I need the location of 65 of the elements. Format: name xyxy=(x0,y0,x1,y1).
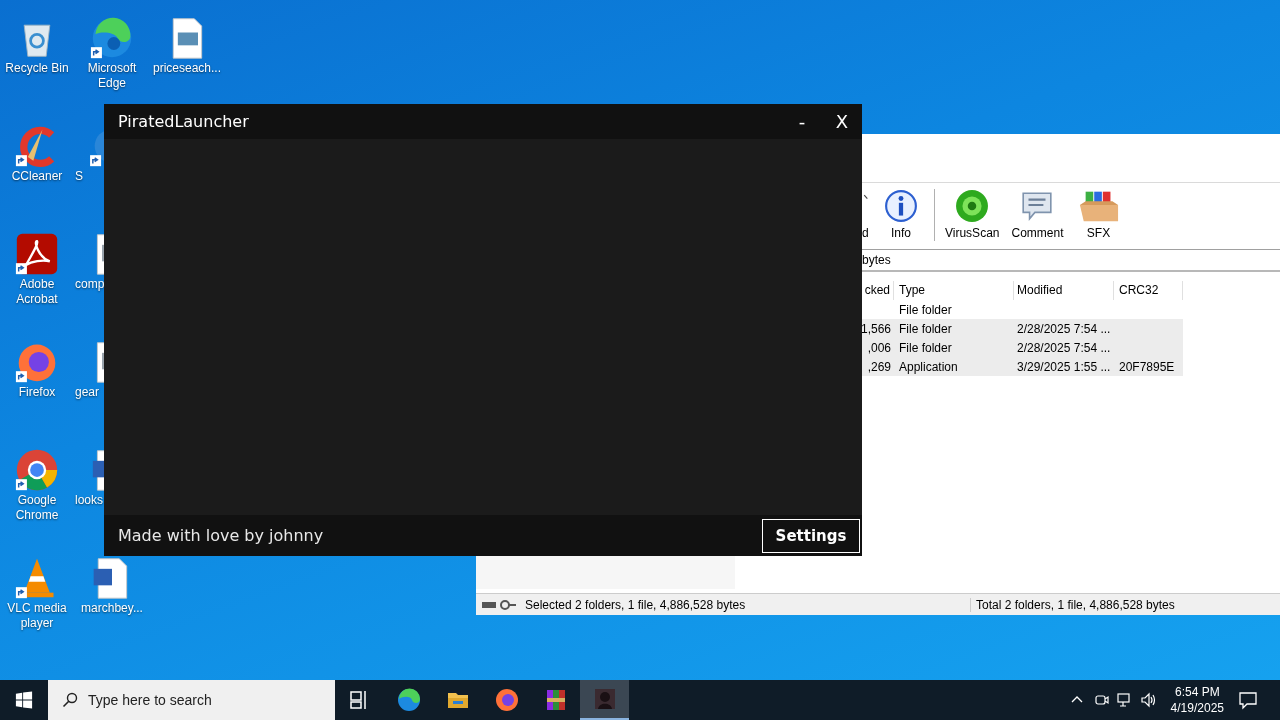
volume-icon[interactable] xyxy=(1140,692,1157,708)
icon-label: CCleaner xyxy=(10,169,64,184)
column-header[interactable]: CRC32 xyxy=(1114,280,1183,300)
icon-label: Google Chrome xyxy=(14,493,60,523)
toolbar-button[interactable]: SFX xyxy=(1069,183,1128,249)
toolbar-button[interactable]: d xyxy=(862,183,872,249)
app-icon xyxy=(592,687,617,711)
close-button[interactable]: X xyxy=(822,104,862,139)
table-cell: File folder xyxy=(899,302,952,317)
file-row[interactable]: ,006 File folder 2/28/2025 7:54 ... xyxy=(862,338,1183,357)
settings-button[interactable]: Settings xyxy=(762,518,860,553)
app-icon[interactable] xyxy=(15,232,59,276)
file-row[interactable]: File folder xyxy=(862,300,1183,319)
search-field[interactable]: Type here to search xyxy=(48,680,335,720)
browser-icon xyxy=(396,688,421,712)
address-text: bytes xyxy=(862,253,891,267)
status-text: Selected 2 folders, 1 file, 4,886,528 bytes xyxy=(525,597,747,612)
comment-icon xyxy=(1020,189,1055,223)
app-icon[interactable] xyxy=(90,16,134,60)
icon-label: S xyxy=(75,169,83,184)
icon-label: Firefox xyxy=(17,385,57,400)
search-icon xyxy=(62,692,78,708)
info-icon xyxy=(884,189,918,223)
package-icon xyxy=(1077,189,1120,223)
taskbar-app-button[interactable] xyxy=(580,680,629,720)
status-text: Total 2 folders, 1 file, 4,886,528 bytes xyxy=(970,597,1175,612)
clock[interactable]: 6:54 PM 4/19/2025 xyxy=(1170,684,1224,716)
windows-logo-icon[interactable] xyxy=(15,691,33,709)
app-icon[interactable] xyxy=(15,448,59,492)
meet-now-icon[interactable] xyxy=(1092,692,1109,708)
icon-label: marchbey... xyxy=(80,601,144,616)
table-cell: Application xyxy=(899,359,958,374)
icon-label: Adobe Acrobat xyxy=(15,277,59,307)
icon-label: Recycle Bin xyxy=(4,61,70,76)
table-cell: 1,566 xyxy=(860,321,891,336)
table-cell: ,269 xyxy=(867,359,891,374)
browser-icon xyxy=(494,688,519,712)
table-cell: 3/29/2025 1:55 ... xyxy=(1017,359,1111,374)
table-cell: File folder xyxy=(899,340,952,355)
column-header[interactable]: Modified xyxy=(1014,280,1114,300)
icon-label: priceseach... xyxy=(151,61,222,76)
icon-label: VLC media player xyxy=(6,601,68,631)
clock-time: 6:54 PM xyxy=(1174,684,1220,700)
window-title: PiratedLauncher xyxy=(118,112,250,131)
column-header[interactable]: Type xyxy=(894,280,1014,300)
icon-label: gear xyxy=(75,385,100,400)
credit-text: Made with love by johnny xyxy=(118,526,325,545)
drive-key-icon xyxy=(481,598,517,611)
file-row[interactable]: ,269 Application 3/29/2025 1:55 ... 20F7895E xyxy=(862,357,1183,376)
clock-date: 4/19/2025 xyxy=(1170,700,1224,716)
toolbar-button[interactable]: Info xyxy=(872,183,930,249)
toolbar-button[interactable]: VirusScan xyxy=(939,183,1006,249)
toolbar-button[interactable]: Comment xyxy=(1005,183,1070,249)
notification-icon[interactable] xyxy=(1238,690,1258,710)
network-icon[interactable] xyxy=(1116,692,1133,708)
table-cell: 2/28/2025 7:54 ... xyxy=(1017,321,1111,336)
table-cell: ,006 xyxy=(867,340,891,355)
table-cell: 2/28/2025 7:54 ... xyxy=(1017,340,1111,355)
file-row[interactable]: 1,566 File folder 2/28/2025 7:54 ... xyxy=(862,319,1183,338)
icon-label: Microsoft Edge xyxy=(86,61,138,91)
table-cell: 20F7895E xyxy=(1119,359,1175,374)
minimize-button[interactable]: - xyxy=(782,104,822,139)
table-cell: File folder xyxy=(899,321,952,336)
icon-label: comp xyxy=(75,277,104,292)
icon-label: looks xyxy=(75,493,103,508)
